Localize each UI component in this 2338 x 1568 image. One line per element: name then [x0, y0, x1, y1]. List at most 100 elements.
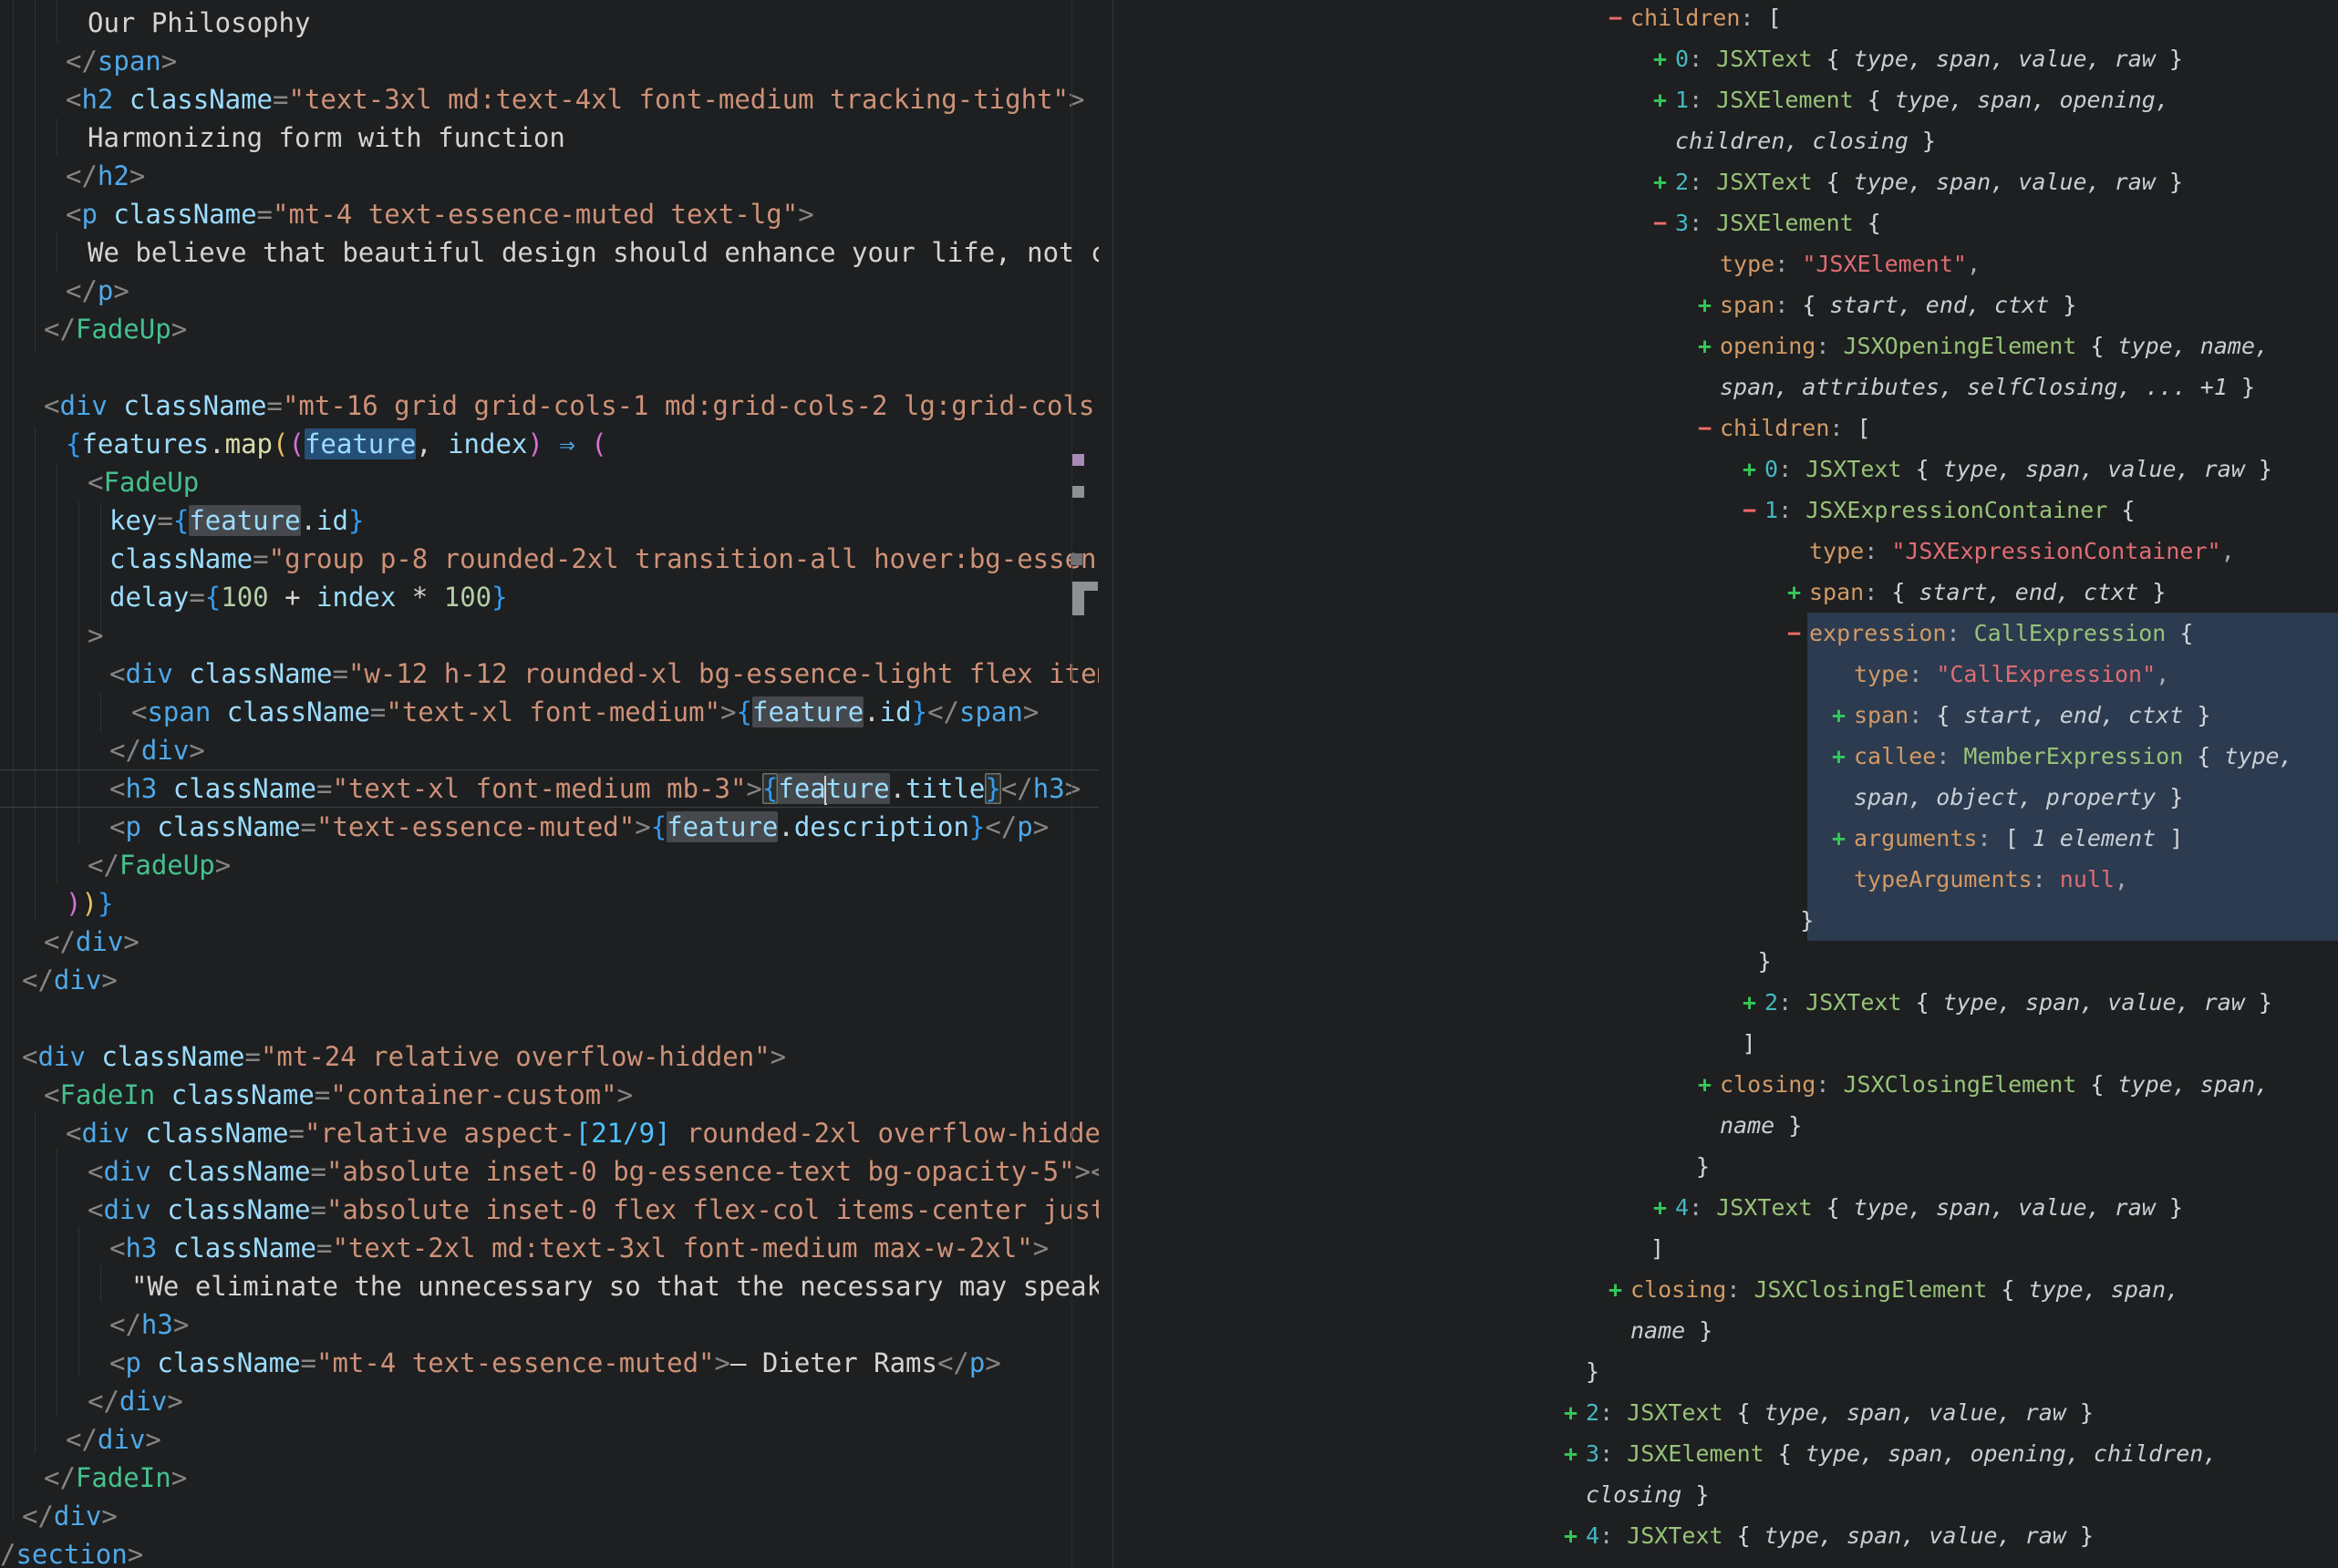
expand-toggle-icon[interactable]: + — [1698, 284, 1720, 325]
code-line[interactable]: <div className="absolute inset-0 bg-esse… — [0, 1152, 1099, 1191]
code-line[interactable]: <h3 className="text-xl font-medium mb-3"… — [0, 769, 1099, 808]
code-line[interactable] — [0, 348, 1099, 387]
collapse-toggle-icon[interactable]: − — [1743, 490, 1764, 531]
code-line[interactable]: /section> — [0, 1535, 1099, 1568]
expand-toggle-icon[interactable]: + — [1698, 1064, 1720, 1105]
code-line[interactable]: </h3> — [0, 1305, 1099, 1344]
code-line[interactable]: ))} — [0, 884, 1099, 923]
code-line[interactable]: "We eliminate the unnecessary so that th… — [0, 1267, 1099, 1305]
code-line[interactable]: </div> — [0, 961, 1099, 999]
ast-line[interactable]: −children: [ — [1113, 407, 2338, 449]
expand-toggle-icon[interactable]: + — [1564, 1433, 1586, 1474]
ast-line[interactable]: +2: JSXText { type, span, value, raw } — [1113, 1392, 2338, 1433]
code-line[interactable]: Harmonizing form with function — [0, 119, 1099, 157]
code-line[interactable]: <div className="mt-24 relative overflow-… — [0, 1037, 1099, 1076]
ast-line[interactable]: −3: JSXElement { — [1113, 202, 2338, 243]
code-line[interactable]: <p className="mt-4 text-essence-muted">—… — [0, 1344, 1099, 1382]
jsx-source-editor-pane[interactable]: Our Philosophy</span><h2 className="text… — [0, 0, 1113, 1568]
code-line[interactable]: <FadeUp — [0, 463, 1099, 501]
ast-line[interactable]: +span: { start, end, ctxt } — [1113, 572, 2338, 613]
ast-line[interactable]: } — [1113, 1351, 2338, 1392]
code-line[interactable]: delay={100 + index * 100} — [0, 578, 1099, 616]
ast-line[interactable]: name } — [1113, 1105, 2338, 1146]
code-line[interactable]: </p> — [0, 272, 1099, 310]
expand-toggle-icon[interactable]: + — [1653, 79, 1675, 120]
ast-line[interactable]: ] — [1113, 1023, 2338, 1064]
ast-line[interactable]: typeArguments: null, — [1113, 859, 2338, 900]
ast-line[interactable]: +2: JSXText { type, span, value, raw } — [1113, 982, 2338, 1023]
expand-toggle-icon[interactable]: + — [1609, 1269, 1630, 1310]
ast-line[interactable]: +span: { start, end, ctxt } — [1113, 284, 2338, 325]
expand-toggle-icon[interactable]: + — [1698, 325, 1720, 366]
ast-line[interactable]: name } — [1113, 1310, 2338, 1351]
code-line[interactable]: </div> — [0, 1420, 1099, 1459]
expand-toggle-icon[interactable]: + — [1653, 1187, 1675, 1228]
expand-toggle-icon[interactable]: + — [1832, 695, 1854, 736]
ast-line[interactable]: +3: JSXElement { type, span, opening, ch… — [1113, 1433, 2338, 1474]
collapse-toggle-icon[interactable]: − — [1653, 202, 1675, 243]
code-line[interactable]: </FadeIn> — [0, 1459, 1099, 1497]
collapse-toggle-icon[interactable]: − — [1787, 613, 1809, 654]
ast-line[interactable]: span, attributes, selfClosing, ... +1 } — [1113, 366, 2338, 407]
ast-line[interactable]: +span: { start, end, ctxt } — [1113, 695, 2338, 736]
ast-line[interactable]: +arguments: [ 1 element ] — [1113, 818, 2338, 859]
code-line[interactable]: <div className="absolute inset-0 flex fl… — [0, 1191, 1099, 1229]
ast-line[interactable]: +closing: JSXClosingElement { type, span… — [1113, 1269, 2338, 1310]
code-line[interactable]: Our Philosophy — [0, 4, 1099, 42]
expand-toggle-icon[interactable]: + — [1564, 1515, 1586, 1556]
code-line[interactable]: {features.map((feature, index) ⇒ ( — [0, 425, 1099, 463]
ast-line[interactable]: type: "JSXElement", — [1113, 243, 2338, 284]
ast-line[interactable]: −1: JSXExpressionContainer { — [1113, 490, 2338, 531]
expand-toggle-icon[interactable]: + — [1743, 449, 1764, 490]
ast-line[interactable]: +0: JSXText { type, span, value, raw } — [1113, 449, 2338, 490]
ast-tree-pane[interactable]: −children: [+0: JSXText { type, span, va… — [1113, 0, 2338, 1568]
scrollbar-handle[interactable] — [1072, 582, 1084, 615]
code-line[interactable]: </h2> — [0, 157, 1099, 195]
code-line[interactable]: <div className="mt-16 grid grid-cols-1 m… — [0, 387, 1099, 425]
ast-line[interactable]: −children: [ — [1113, 0, 2338, 38]
ast-line[interactable]: +4: JSXText { type, span, value, raw } — [1113, 1187, 2338, 1228]
expand-toggle-icon[interactable]: + — [1787, 572, 1809, 613]
code-line[interactable] — [0, 999, 1099, 1037]
ast-line[interactable]: +closing: JSXClosingElement { type, span… — [1113, 1064, 2338, 1105]
collapse-toggle-icon[interactable]: − — [1698, 407, 1720, 449]
code-line[interactable]: <p className="text-essence-muted">{featu… — [0, 808, 1099, 846]
code-line[interactable]: <span className="text-xl font-medium">{f… — [0, 693, 1099, 731]
ast-line[interactable]: } — [1113, 900, 2338, 941]
ast-line[interactable]: +callee: MemberExpression { type, — [1113, 736, 2338, 777]
code-line[interactable]: key={feature.id} — [0, 501, 1099, 540]
ast-line[interactable]: type: "JSXExpressionContainer", — [1113, 531, 2338, 572]
code-line[interactable]: </FadeUp> — [0, 310, 1099, 348]
ast-line[interactable]: ] — [1113, 1228, 2338, 1269]
ast-line[interactable]: closing } — [1113, 1474, 2338, 1515]
code-line[interactable]: </div> — [0, 923, 1099, 961]
code-line[interactable]: We believe that beautiful design should … — [0, 233, 1099, 272]
ast-line[interactable]: +0: JSXText { type, span, value, raw } — [1113, 38, 2338, 79]
expand-toggle-icon[interactable]: + — [1653, 38, 1675, 79]
ast-line[interactable]: children, closing } — [1113, 120, 2338, 161]
ast-line[interactable]: −expression: CallExpression { — [1113, 613, 2338, 654]
expand-toggle-icon[interactable]: + — [1832, 736, 1854, 777]
code-line[interactable]: <h2 className="text-3xl md:text-4xl font… — [0, 80, 1099, 119]
code-line[interactable]: </span> — [0, 42, 1099, 80]
expand-toggle-icon[interactable]: + — [1564, 1392, 1586, 1433]
code-line[interactable]: <FadeIn className="container-custom"> — [0, 1076, 1099, 1114]
ast-line[interactable]: } — [1113, 941, 2338, 982]
code-line[interactable]: > — [0, 616, 1099, 655]
expand-toggle-icon[interactable]: + — [1743, 982, 1764, 1023]
code-line[interactable]: <div className="w-12 h-12 rounded-xl bg-… — [0, 655, 1099, 693]
code-line[interactable]: <h3 className="text-2xl md:text-3xl font… — [0, 1229, 1099, 1267]
code-line[interactable]: <div className="relative aspect-[21/9] r… — [0, 1114, 1099, 1152]
ast-line[interactable]: } — [1113, 1146, 2338, 1187]
code-line[interactable]: </div> — [0, 1497, 1099, 1535]
ast-line[interactable]: +4: JSXText { type, span, value, raw } — [1113, 1515, 2338, 1556]
code-line[interactable]: <p className="mt-4 text-essence-muted te… — [0, 195, 1099, 233]
ast-line[interactable]: type: "CallExpression", — [1113, 654, 2338, 695]
ast-line[interactable]: +1: JSXElement { type, span, opening, — [1113, 79, 2338, 120]
ast-line[interactable]: span, object, property } — [1113, 777, 2338, 818]
code-line[interactable]: className="group p-8 rounded-2xl transit… — [0, 540, 1099, 578]
expand-toggle-icon[interactable]: + — [1653, 161, 1675, 202]
ast-line[interactable]: +2: JSXText { type, span, value, raw } — [1113, 161, 2338, 202]
expand-toggle-icon[interactable]: + — [1832, 818, 1854, 859]
code-line[interactable]: </FadeUp> — [0, 846, 1099, 884]
